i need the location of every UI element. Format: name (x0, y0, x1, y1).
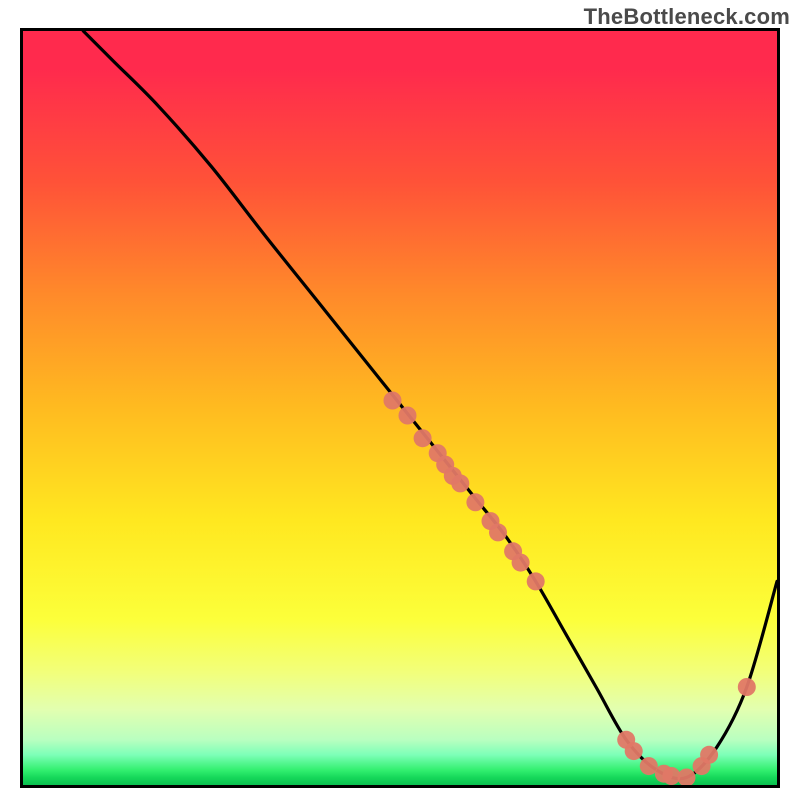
chart-container: TheBottleneck.com (0, 0, 800, 800)
data-point (489, 523, 507, 541)
data-point (451, 474, 469, 492)
curve-line (83, 31, 777, 779)
data-point (399, 407, 417, 425)
data-point (414, 429, 432, 447)
data-point (700, 746, 718, 764)
data-point (527, 572, 545, 590)
chart-overlay (23, 31, 777, 785)
data-point (466, 493, 484, 511)
plot-area (20, 28, 780, 788)
data-point (625, 742, 643, 760)
data-point (512, 554, 530, 572)
data-point (384, 392, 402, 410)
data-point (678, 769, 696, 786)
data-markers (384, 392, 756, 786)
watermark-label: TheBottleneck.com (584, 4, 790, 30)
data-point (738, 678, 756, 696)
